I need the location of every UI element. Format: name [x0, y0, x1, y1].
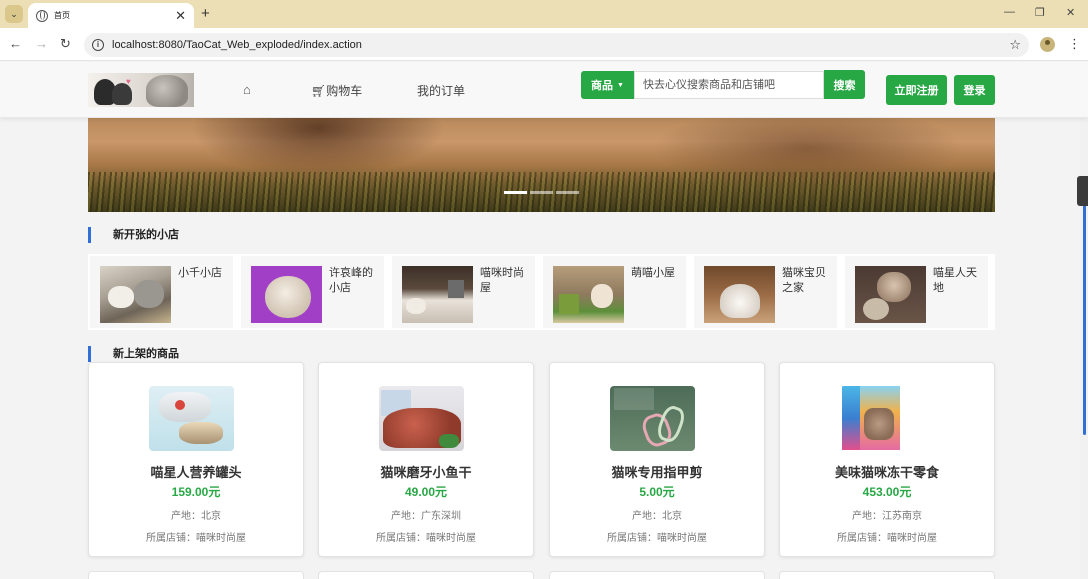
window-close-icon[interactable]: ✕ [1066, 6, 1075, 19]
heart-icon: ♥ [126, 77, 131, 86]
tab-close-icon[interactable]: ✕ [175, 9, 186, 22]
store-card[interactable]: 猫咪宝贝之家 [694, 256, 837, 328]
carousel-indicator[interactable] [504, 191, 527, 194]
product-card[interactable] [549, 571, 765, 579]
store-card[interactable]: 许哀峰的小店 [241, 256, 384, 328]
product-store: 所属店铺：喵咪时尚屋 [607, 533, 707, 544]
omnibox[interactable]: i localhost:8080/TaoCat_Web_exploded/ind… [84, 33, 1029, 57]
product-name[interactable]: 猫咪专用指甲剪 [550, 462, 764, 481]
store-card[interactable]: 喵咪时尚屋 [392, 256, 535, 328]
product-name[interactable]: 美味猫咪冻干零食 [780, 462, 994, 481]
url-text[interactable]: localhost:8080/TaoCat_Web_exploded/index… [112, 39, 362, 51]
store-image [704, 266, 775, 323]
site-logo[interactable]: ♥ [88, 73, 194, 107]
web-page: ♥ ⌂ 🛒︎购物车 我的订单 商品▼ 搜索 立即注册 登录 新开张的小店 小千小… [0, 62, 1088, 579]
product-card[interactable]: 猫咪磨牙小鱼干 49.00元 产地：广东深圳 所属店铺：喵咪时尚屋 [318, 362, 534, 557]
product-image [149, 386, 234, 451]
product-store: 所属店铺：喵咪时尚屋 [837, 533, 937, 544]
product-store: 所属店铺：喵咪时尚屋 [376, 533, 476, 544]
store-image [553, 266, 624, 323]
product-card[interactable]: 美味猫咪冻干零食 453.00元 产地：江苏南京 所属店铺：喵咪时尚屋 [779, 362, 995, 557]
new-stores-title: 新开张的小店 [88, 227, 179, 243]
browser-tab-bar: ⌄ 首页 ✕ + — ❐ ✕ [0, 0, 1088, 28]
browser-menu-icon[interactable]: ⋮ [1068, 36, 1081, 52]
store-name: 小千小店 [178, 267, 222, 279]
logo-cat-silhouette [112, 83, 132, 105]
browser-tab[interactable]: 首页 ✕ [28, 3, 194, 28]
product-origin: 产地：江苏南京 [852, 511, 922, 522]
nav-cart-link[interactable]: 🛒︎购物车 [311, 82, 362, 99]
product-card[interactable]: 猫咪专用指甲剪 5.00元 产地：北京 所属店铺：喵咪时尚屋 [549, 362, 765, 557]
product-name[interactable]: 喵星人营养罐头 [89, 462, 303, 481]
carousel-banner-image[interactable] [88, 118, 995, 212]
product-image [379, 386, 464, 451]
browser-address-bar: ← → ↻ i localhost:8080/TaoCat_Web_explod… [0, 28, 1088, 61]
store-image [855, 266, 926, 323]
store-name: 萌喵小屋 [631, 267, 675, 279]
store-card[interactable]: 小千小店 [90, 256, 233, 328]
store-name: 猫咪宝贝之家 [782, 267, 826, 294]
carousel-indicator[interactable] [530, 191, 553, 194]
logo-cat-photo [146, 75, 188, 107]
new-products-title: 新上架的商品 [88, 346, 179, 362]
store-name: 许哀峰的小店 [329, 267, 373, 294]
nav-orders-link[interactable]: 我的订单 [417, 82, 465, 99]
reload-icon[interactable]: ↻ [60, 36, 71, 52]
tab-title: 首页 [54, 11, 70, 20]
cart-icon: 🛒︎ [311, 84, 327, 98]
store-image [402, 266, 473, 323]
minimize-icon[interactable]: — [1004, 6, 1015, 18]
carousel-indicator[interactable] [556, 191, 579, 194]
store-name: 喵咪时尚屋 [480, 267, 524, 294]
scrollbar-thumb[interactable] [1083, 195, 1086, 435]
restore-icon[interactable]: ❐ [1035, 6, 1045, 19]
register-button[interactable]: 立即注册 [886, 75, 947, 105]
store-image [251, 266, 322, 323]
site-info-icon[interactable]: i [92, 39, 104, 51]
product-card[interactable] [318, 571, 534, 579]
bookmark-star-icon[interactable]: ☆ [1009, 37, 1021, 53]
search-category-label: 商品 [591, 80, 614, 92]
home-icon[interactable]: ⌂ [243, 82, 251, 97]
store-name: 喵星人天地 [933, 267, 977, 294]
search-button[interactable]: 搜索 [824, 70, 865, 99]
product-image [840, 386, 925, 451]
product-origin: 产地：北京 [632, 511, 682, 522]
product-store: 所属店铺：喵咪时尚屋 [146, 533, 246, 544]
search-input[interactable] [634, 71, 824, 99]
new-stores-list: 小千小店 许哀峰的小店 喵咪时尚屋 萌喵小屋 猫咪宝贝之家 喵星人天地 [88, 254, 995, 330]
tab-search-chevron-icon[interactable]: ⌄ [5, 5, 23, 23]
forward-icon[interactable]: → [35, 36, 48, 52]
product-name[interactable]: 猫咪磨牙小鱼干 [319, 462, 533, 481]
profile-avatar-icon[interactable] [1040, 37, 1055, 52]
product-price: 453.00元 [862, 485, 912, 499]
product-card[interactable]: 喵星人营养罐头 159.00元 产地：北京 所属店铺：喵咪时尚屋 [88, 362, 304, 557]
product-card[interactable] [779, 571, 995, 579]
store-card[interactable]: 萌喵小屋 [543, 256, 686, 328]
side-panel-handle[interactable] [1077, 176, 1088, 206]
nav-cart-label: 购物车 [326, 84, 363, 98]
new-tab-icon[interactable]: + [201, 5, 210, 23]
product-price: 49.00元 [404, 485, 448, 499]
site-navbar: ♥ ⌂ 🛒︎购物车 我的订单 商品▼ 搜索 立即注册 登录 [0, 62, 1088, 118]
store-card[interactable]: 喵星人天地 [845, 256, 988, 328]
carousel-indicators [504, 191, 579, 194]
product-price: 5.00元 [639, 485, 675, 499]
globe-icon [36, 9, 48, 22]
product-origin: 产地：广东深圳 [391, 511, 461, 522]
search-category-dropdown[interactable]: 商品 ▼ [581, 71, 634, 99]
product-price: 159.00元 [171, 485, 221, 499]
caret-down-icon: ▼ [617, 81, 624, 89]
login-button[interactable]: 登录 [954, 75, 995, 105]
store-image [100, 266, 171, 323]
product-card[interactable] [88, 571, 304, 579]
product-image [610, 386, 695, 451]
product-origin: 产地：北京 [171, 511, 221, 522]
back-icon[interactable]: ← [9, 36, 22, 52]
